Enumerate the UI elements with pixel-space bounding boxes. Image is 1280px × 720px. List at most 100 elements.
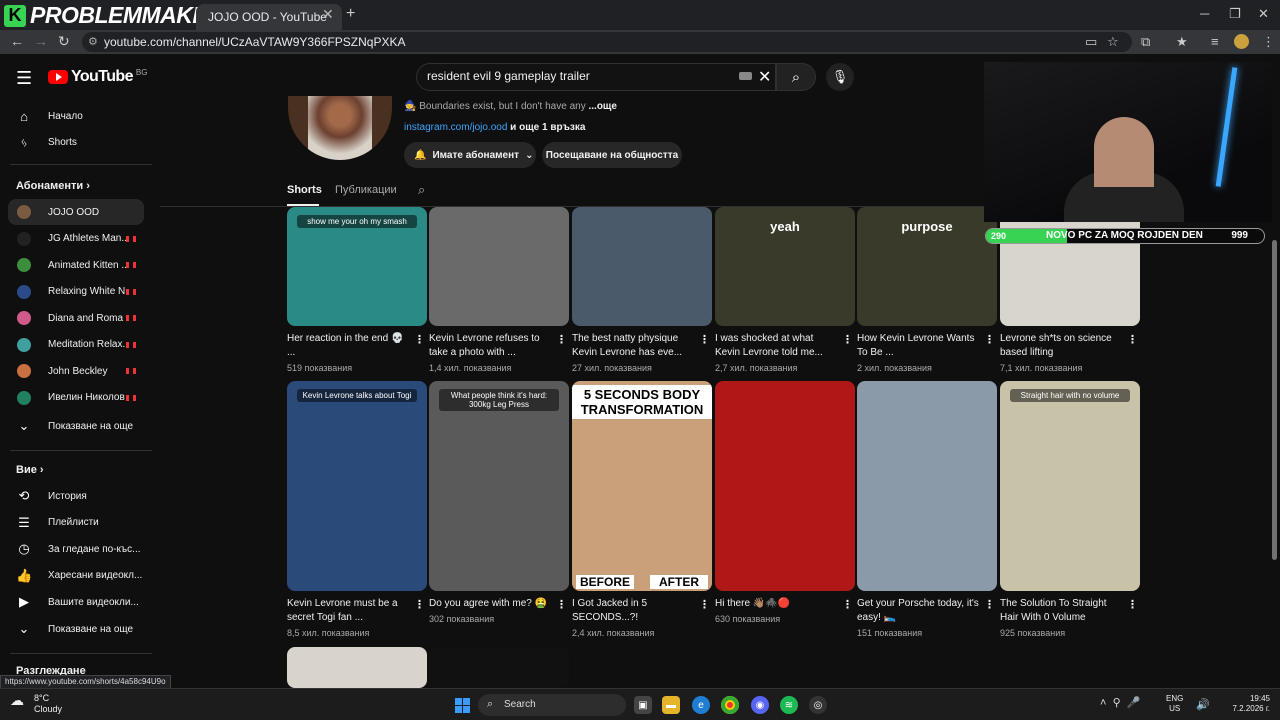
short-thumbnail[interactable] bbox=[572, 207, 712, 326]
channel-search-icon[interactable]: ⌕ bbox=[418, 182, 425, 198]
more-options-icon[interactable]: ⋮ bbox=[414, 598, 425, 611]
obs-icon[interactable]: ◎ bbox=[809, 696, 827, 714]
short-thumbnail[interactable]: 5 SECONDS BODY TRANSFORMATION BEFORE AFTER bbox=[572, 381, 712, 591]
description-more[interactable]: ...още bbox=[588, 101, 616, 112]
more-options-icon[interactable]: ⋮ bbox=[1127, 333, 1138, 346]
short-title[interactable]: The best natty physique Kevin Levrone ha… bbox=[572, 332, 698, 360]
forward-icon[interactable]: → bbox=[34, 33, 48, 49]
short-title[interactable]: Do you agree with me? 🤮 bbox=[429, 597, 555, 611]
short-title[interactable]: Her reaction in the end 💀 ... bbox=[287, 332, 413, 360]
short-title[interactable]: Kevin Levrone must be a secret Togi fan … bbox=[287, 597, 413, 625]
weather-widget[interactable]: ☁ 8°C Cloudy bbox=[10, 693, 62, 715]
more-options-icon[interactable]: ⋮ bbox=[842, 333, 853, 346]
voice-search-button[interactable]: 🎙 bbox=[826, 63, 854, 91]
language-indicator[interactable]: ENG US bbox=[1166, 694, 1183, 714]
spotify-icon[interactable]: ≋ bbox=[780, 696, 798, 714]
more-options-icon[interactable]: ⋮ bbox=[699, 598, 710, 611]
short-thumbnail[interactable] bbox=[429, 647, 569, 688]
tab-shorts[interactable]: Shorts bbox=[287, 184, 322, 196]
more-options-icon[interactable]: ⋮ bbox=[414, 333, 425, 346]
short-title[interactable]: I was shocked at what Kevin Levrone told… bbox=[715, 332, 841, 360]
short-title[interactable]: Get your Porsche today, it's easy! 🛌 bbox=[857, 597, 983, 625]
keyboard-icon[interactable] bbox=[739, 72, 752, 80]
sidebar-subscription[interactable]: Animated Kitten ... bbox=[8, 252, 144, 278]
clear-search-icon[interactable]: ✕ bbox=[758, 67, 771, 87]
file-explorer-icon[interactable]: ▬ bbox=[662, 696, 680, 714]
short-thumbnail[interactable]: Straight hair with no volume bbox=[1000, 381, 1140, 591]
tab-close-icon[interactable]: ✕ bbox=[322, 6, 334, 23]
profile-avatar[interactable] bbox=[1234, 34, 1249, 49]
short-thumbnail[interactable]: What people think it's hard: 300kg Leg P… bbox=[429, 381, 569, 591]
scrollbar-thumb[interactable] bbox=[1272, 240, 1277, 560]
sidebar-subscription[interactable]: JG Athletes Man... bbox=[8, 226, 144, 252]
more-options-icon[interactable]: ⋮ bbox=[984, 598, 995, 611]
sidebar-item-you[interactable]: 👍 Харесани видеокл... bbox=[8, 563, 144, 589]
short-thumbnail[interactable] bbox=[429, 207, 569, 326]
sidebar-subscription[interactable]: Diana and Roma ... bbox=[8, 305, 144, 331]
short-title[interactable]: The Solution To Straight Hair With 0 Vol… bbox=[1000, 597, 1126, 625]
more-options-icon[interactable]: ⋮ bbox=[556, 598, 567, 611]
close-window-icon[interactable]: ✕ bbox=[1258, 6, 1269, 22]
sidebar-item-you[interactable]: ▶ Вашите видеокли... bbox=[8, 589, 144, 615]
address-bar[interactable]: ⚙ youtube.com/channel/UCzAaVTAW9Y366FPSZ… bbox=[82, 32, 1132, 52]
channel-link[interactable]: instagram.com/jojo.ood bbox=[404, 122, 507, 133]
bookmark-star-icon[interactable]: ☆ bbox=[1107, 34, 1119, 50]
short-title[interactable]: Kevin Levrone refuses to take a photo wi… bbox=[429, 332, 555, 360]
bookmarks-icon[interactable]: ★ bbox=[1176, 34, 1188, 50]
more-options-icon[interactable]: ⋮ bbox=[699, 333, 710, 346]
channel-avatar[interactable] bbox=[288, 96, 392, 160]
more-options-icon[interactable]: ⋮ bbox=[1127, 598, 1138, 611]
taskbar-search[interactable]: ⌕ Search bbox=[478, 694, 626, 716]
short-title[interactable]: Levrone sh*ts on science based lifting bbox=[1000, 332, 1126, 360]
back-icon[interactable]: ← bbox=[10, 33, 24, 49]
short-thumbnail[interactable]: yeah bbox=[715, 207, 855, 326]
discord-icon[interactable]: ◉ bbox=[751, 696, 769, 714]
short-thumbnail[interactable]: Kevin Levrone talks about Togi bbox=[287, 381, 427, 591]
media-icon[interactable]: ≡ bbox=[1211, 34, 1219, 49]
short-thumbnail[interactable] bbox=[1000, 207, 1140, 326]
tab-posts[interactable]: Публикации bbox=[335, 184, 397, 196]
more-links[interactable]: и още 1 връзка bbox=[507, 122, 585, 133]
short-thumbnail[interactable]: purpose bbox=[857, 207, 997, 326]
sidebar-item-home[interactable]: ⌂ Начало bbox=[8, 103, 144, 129]
site-info-icon[interactable]: ⚙ bbox=[88, 35, 98, 48]
subscriptions-heading[interactable]: Абонаменти › bbox=[16, 180, 90, 192]
search-input[interactable]: resident evil 9 gameplay trailer bbox=[427, 69, 727, 83]
short-thumbnail[interactable] bbox=[857, 381, 997, 591]
task-view-icon[interactable]: ▣ bbox=[634, 696, 652, 714]
cast-icon[interactable]: ▭ bbox=[1085, 34, 1097, 50]
sidebar-subscription[interactable]: Meditation Relax... bbox=[8, 332, 144, 358]
you-show-more[interactable]: ⌄ Показване на още bbox=[8, 616, 144, 642]
minimize-icon[interactable]: ─ bbox=[1200, 6, 1209, 21]
clock[interactable]: 19:45 7.2.2026 г. bbox=[1226, 694, 1270, 714]
sidebar-subscription[interactable]: John Beckley bbox=[8, 358, 144, 384]
more-options-icon[interactable]: ⋮ bbox=[842, 598, 853, 611]
sidebar-subscription[interactable]: JOJO OOD bbox=[8, 199, 144, 225]
search-button[interactable]: ⌕ bbox=[776, 63, 816, 91]
reload-icon[interactable]: ↻ bbox=[58, 33, 70, 50]
edge-icon[interactable]: e bbox=[692, 696, 710, 714]
youtube-logo[interactable]: YouTube BG bbox=[48, 68, 147, 86]
sidebar-item-you[interactable]: ◷ За гледане по-къс... bbox=[8, 536, 144, 562]
extensions-icon[interactable]: ⧉ bbox=[1141, 34, 1150, 50]
sidebar-item-you[interactable]: ☰ Плейлисти bbox=[8, 510, 144, 536]
start-icon[interactable] bbox=[455, 698, 470, 713]
subs-show-more[interactable]: ⌄ Показване на още bbox=[8, 413, 144, 439]
sidebar-subscription[interactable]: Ивелин Николов bbox=[8, 385, 144, 411]
short-title[interactable]: I Got Jacked in 5 SECONDS...?! bbox=[572, 597, 698, 625]
community-button[interactable]: Посещаване на общността bbox=[542, 142, 682, 168]
more-options-icon[interactable]: ⋮ bbox=[556, 333, 567, 346]
new-tab-icon[interactable]: + bbox=[346, 5, 355, 23]
short-thumbnail[interactable]: show me your oh my smash bbox=[287, 207, 427, 326]
search-box[interactable]: resident evil 9 gameplay trailer ✕ bbox=[416, 63, 776, 91]
sidebar-subscription[interactable]: Relaxing White N... bbox=[8, 279, 144, 305]
short-thumbnail[interactable] bbox=[287, 647, 427, 688]
you-heading[interactable]: Вие › bbox=[16, 464, 44, 476]
more-options-icon[interactable]: ⋮ bbox=[984, 333, 995, 346]
short-title[interactable]: Hi there 👋🏽🕷️🔴 bbox=[715, 597, 841, 611]
browser-menu-icon[interactable]: ⋮ bbox=[1262, 34, 1275, 50]
browser-tab[interactable]: JOJO OOD - YouTube bbox=[196, 4, 342, 30]
menu-icon[interactable]: ☰ bbox=[16, 68, 32, 89]
sidebar-item-you[interactable]: ⟲ История bbox=[8, 483, 144, 509]
short-thumbnail[interactable] bbox=[715, 381, 855, 591]
